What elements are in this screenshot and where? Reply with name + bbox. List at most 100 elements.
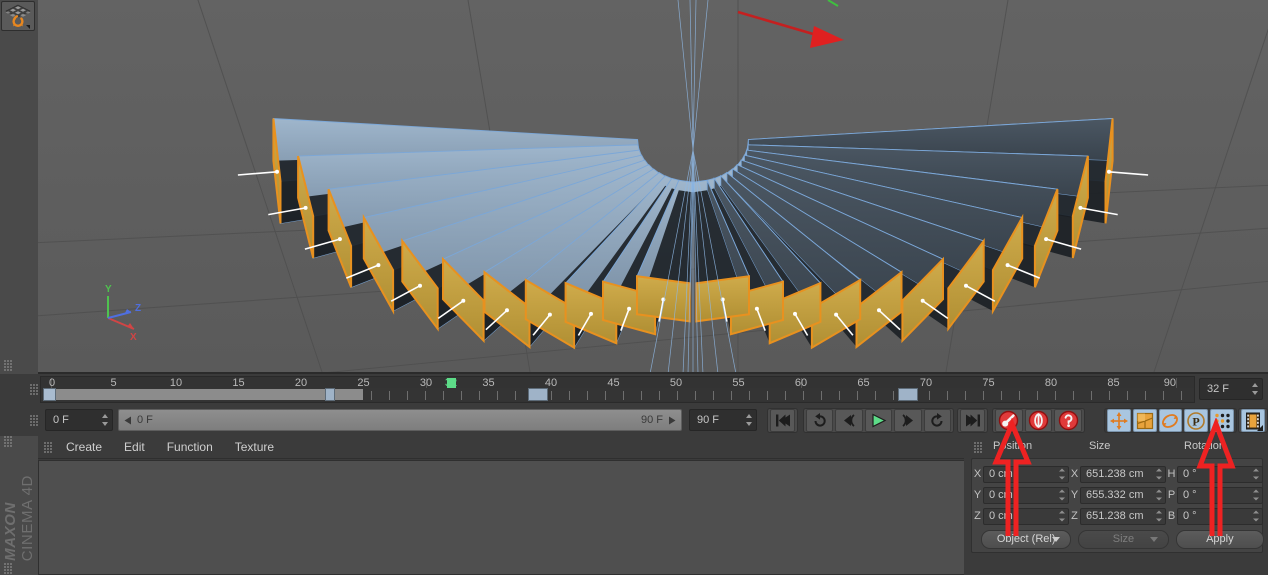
rotation-p-input[interactable]: 0 ° [1177,486,1263,504]
position-key-button[interactable] [1107,409,1131,432]
parameter-key-button[interactable]: P [1184,409,1209,432]
axis-label-x: X [130,332,137,343]
max-frame-stepper-icon[interactable] [745,414,752,426]
material-manager-grip[interactable] [44,441,53,453]
dots-grid-icon [1214,413,1230,428]
max-frame-input[interactable]: 90 F [689,409,757,431]
transport-grip[interactable] [30,415,39,426]
step-forward-icon [902,414,914,427]
timeline-button[interactable] [1241,409,1265,432]
size-z-stepper-icon[interactable] [1155,510,1162,522]
range-tick [803,391,804,400]
range-tick [1127,391,1128,400]
rotation-key-button[interactable] [1158,409,1183,432]
size-y-input[interactable]: 655.332 cm [1080,486,1166,504]
range-tick [371,391,372,400]
range-start-group[interactable]: 0 F [124,414,153,426]
rotation-axis-h-label: H [1167,468,1176,480]
chevron-down-icon [1052,537,1061,542]
viewport-perspective[interactable]: Y X Z [38,0,1268,374]
animation-transport-bar: 0 F 0 F 90 F 90 F P [0,404,1268,436]
rotation-b-stepper-icon[interactable] [1252,510,1259,522]
header-size: Size [1089,440,1111,452]
loop-button[interactable] [923,409,952,432]
play-button[interactable] [864,409,893,432]
range-tick [1181,391,1182,400]
range-tick [1001,391,1002,400]
sidebar-grip-bottom[interactable] [4,563,13,574]
coordinate-manager: Position Size Rotation X 0 cm X 651.238 … [966,436,1268,575]
menu-item-function[interactable]: Function [156,436,224,459]
range-tick [479,391,480,400]
size-x-input[interactable]: 651.238 cm [1080,465,1166,483]
timeline-range-scrollbar[interactable] [41,388,1194,401]
range-start-label: 0 F [137,414,153,426]
rotation-b-value: 0 ° [1183,510,1197,522]
position-y-stepper-icon[interactable] [1058,489,1065,501]
coordinate-fields: X 0 cm X 651.238 cm H 0 ° Y 0 cm Y 655.3… [971,458,1264,553]
rotation-p-value: 0 ° [1183,489,1197,501]
size-z-input[interactable]: 651.238 cm [1080,507,1166,525]
step-forward-button[interactable] [894,409,922,432]
current-frame-stepper-icon[interactable] [101,414,108,426]
size-mode-dropdown[interactable]: Size [1078,529,1169,549]
keyframe-selection-button[interactable] [1054,409,1083,432]
range-tick [857,391,858,400]
range-tick [1145,391,1146,400]
range-tick [677,391,678,400]
position-x-input[interactable]: 0 cm [983,465,1069,483]
key-toggle-cluster: P [1104,408,1237,433]
header-position: Position [993,440,1033,452]
rotation-h-stepper-icon[interactable] [1252,468,1259,480]
record-keyframe-button[interactable] [995,409,1023,432]
position-z-input[interactable]: 0 cm [983,507,1069,525]
range-tick [929,391,930,400]
rotation-p-stepper-icon[interactable] [1252,489,1259,501]
range-tick [659,391,660,400]
range-left-arrow-icon [124,416,131,424]
coordinate-mode-dropdown[interactable]: Object (Rel) [981,529,1072,549]
range-tick [1019,391,1020,400]
menu-item-create[interactable]: Create [55,436,113,459]
range-marker-a[interactable] [325,388,335,401]
range-tick [839,391,840,400]
menu-item-texture[interactable]: Texture [224,436,285,459]
go-to-end-button[interactable] [960,409,985,432]
rotation-h-input[interactable]: 0 ° [1177,465,1263,483]
size-x-stepper-icon[interactable] [1155,468,1162,480]
range-handle-start[interactable] [43,388,56,401]
range-end-group[interactable]: 90 F [641,414,676,426]
range-marker-b[interactable] [528,388,548,401]
range-tick [1091,391,1092,400]
sidebar-grip-upper[interactable] [4,360,13,371]
coordinate-row-z: Z 0 cm Z 651.238 cm B 0 ° [972,506,1264,526]
step-back-button[interactable] [835,409,863,432]
timeline-rangebar-row [0,388,1268,402]
preview-range-slider[interactable]: 0 F 90 F [118,409,682,431]
size-y-stepper-icon[interactable] [1155,489,1162,501]
position-z-stepper-icon[interactable] [1058,510,1065,522]
position-y-input[interactable]: 0 cm [983,486,1069,504]
range-tick [875,391,876,400]
current-frame-input[interactable]: 0 F [45,409,113,431]
rotation-h-value: 0 ° [1183,468,1197,480]
make-editable-button[interactable] [1,1,35,31]
menu-item-edit[interactable]: Edit [113,436,156,459]
range-fill[interactable] [43,389,363,400]
autokeying-button[interactable] [1024,409,1053,432]
play-backward-button[interactable] [806,409,834,432]
go-to-start-button[interactable] [770,409,795,432]
pla-key-button[interactable] [1210,409,1234,432]
range-marker-c[interactable] [898,388,918,401]
apply-button[interactable]: Apply [1175,529,1264,549]
rotate-ccw-icon [814,413,826,427]
range-tick [713,391,714,400]
rotation-b-input[interactable]: 0 ° [1177,507,1263,525]
scale-key-button[interactable] [1132,409,1157,432]
step-backward-icon [843,414,855,427]
loop-arrow-icon [931,413,943,427]
material-manager-content[interactable] [38,460,964,575]
coordinate-manager-grip[interactable] [974,442,983,453]
size-axis-y-label: Y [1070,489,1079,501]
position-x-stepper-icon[interactable] [1058,468,1065,480]
